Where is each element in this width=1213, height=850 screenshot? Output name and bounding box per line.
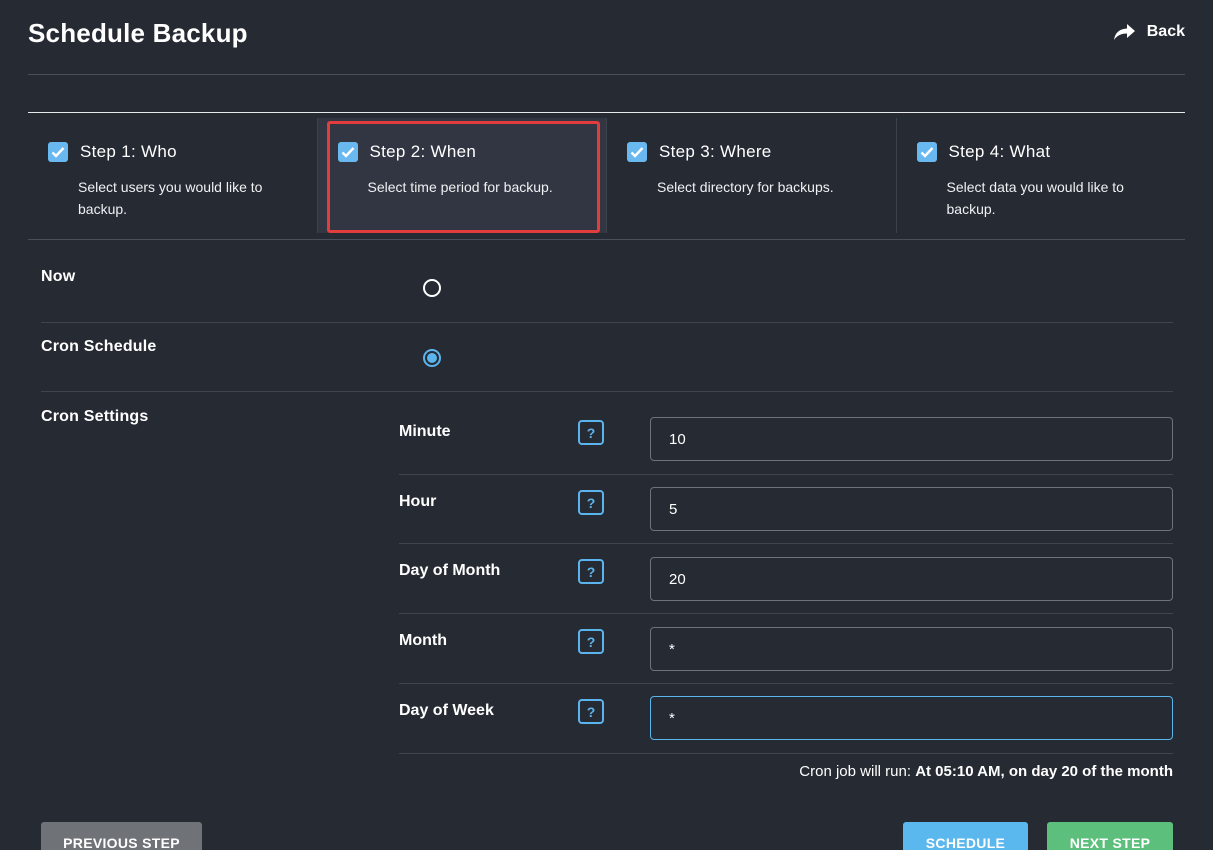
previous-step-button[interactable]: PREVIOUS STEP: [41, 822, 202, 850]
step-checkbox[interactable]: [916, 142, 937, 162]
step-checkbox[interactable]: [627, 142, 647, 162]
divider: [399, 613, 1173, 614]
day-of-week-input[interactable]: [650, 696, 1173, 740]
day-of-week-label: Day of Week: [399, 702, 494, 719]
cron-summary-text: At 05:10 AM, on day 20 of the month: [915, 763, 1173, 780]
step-title: Step 2: When: [369, 142, 477, 161]
cron-schedule-radio[interactable]: [423, 349, 441, 367]
divider: [399, 474, 1173, 475]
back-label: Back: [1146, 23, 1185, 40]
step-title: Step 4: What: [948, 142, 1051, 161]
divider: [41, 391, 1173, 392]
step-description: Select data you would like to backup.: [946, 179, 1124, 217]
step-checkbox[interactable]: [48, 142, 68, 162]
cron-summary: Cron job will run: At 05:10 AM, on day 2…: [799, 763, 1173, 780]
divider: [399, 543, 1173, 544]
minute-input[interactable]: [650, 417, 1173, 461]
minute-help-icon[interactable]: ?: [578, 420, 604, 445]
divider: [41, 322, 1173, 323]
step-what[interactable]: Step 4: What Select data you would like …: [897, 118, 1186, 233]
minute-label: Minute: [399, 423, 451, 440]
checkmark-icon: [341, 147, 354, 158]
divider: [399, 683, 1173, 684]
checkmark-icon: [630, 147, 644, 158]
cron-summary-prefix: Cron job will run:: [799, 763, 912, 780]
schedule-button[interactable]: SCHEDULE: [903, 822, 1028, 850]
step-title: Step 3: Where: [659, 142, 772, 161]
step-wizard: Step 1: Who Select users you would like …: [28, 118, 1185, 240]
step-title: Step 1: Who: [80, 142, 177, 161]
month-input[interactable]: [650, 627, 1173, 671]
step-when[interactable]: Step 2: When Select time period for back…: [317, 118, 607, 233]
page-title: Schedule Backup: [28, 18, 248, 48]
hour-help-icon[interactable]: ?: [578, 490, 604, 515]
hour-label: Hour: [399, 493, 437, 510]
steps-top-divider: [28, 112, 1185, 113]
share-arrow-icon: [1113, 24, 1135, 40]
hour-input[interactable]: [650, 487, 1173, 531]
step-checkbox[interactable]: [337, 142, 358, 162]
back-button[interactable]: Back: [1113, 22, 1185, 42]
day-of-month-help-icon[interactable]: ?: [578, 559, 604, 584]
month-help-icon[interactable]: ?: [578, 629, 604, 654]
checkmark-icon: [51, 147, 65, 158]
day-of-month-label: Day of Month: [399, 562, 501, 579]
header-divider: [28, 74, 1185, 75]
month-label: Month: [399, 632, 447, 649]
step-where[interactable]: Step 3: Where Select directory for backu…: [607, 118, 897, 233]
divider: [399, 753, 1173, 754]
step-description: Select users you would like to backup.: [78, 179, 263, 217]
now-label: Now: [41, 268, 76, 285]
cron-settings-label: Cron Settings: [41, 408, 149, 425]
day-of-month-input[interactable]: [650, 557, 1173, 601]
now-radio[interactable]: [423, 279, 441, 297]
step-description: Select time period for backup.: [367, 179, 553, 195]
checkmark-icon: [920, 147, 933, 158]
next-step-button[interactable]: NEXT STEP: [1047, 822, 1173, 850]
cron-schedule-label: Cron Schedule: [41, 338, 157, 355]
step-description: Select directory for backups.: [657, 179, 834, 195]
step-who[interactable]: Step 1: Who Select users you would like …: [28, 118, 318, 233]
day-of-week-help-icon[interactable]: ?: [578, 699, 604, 724]
